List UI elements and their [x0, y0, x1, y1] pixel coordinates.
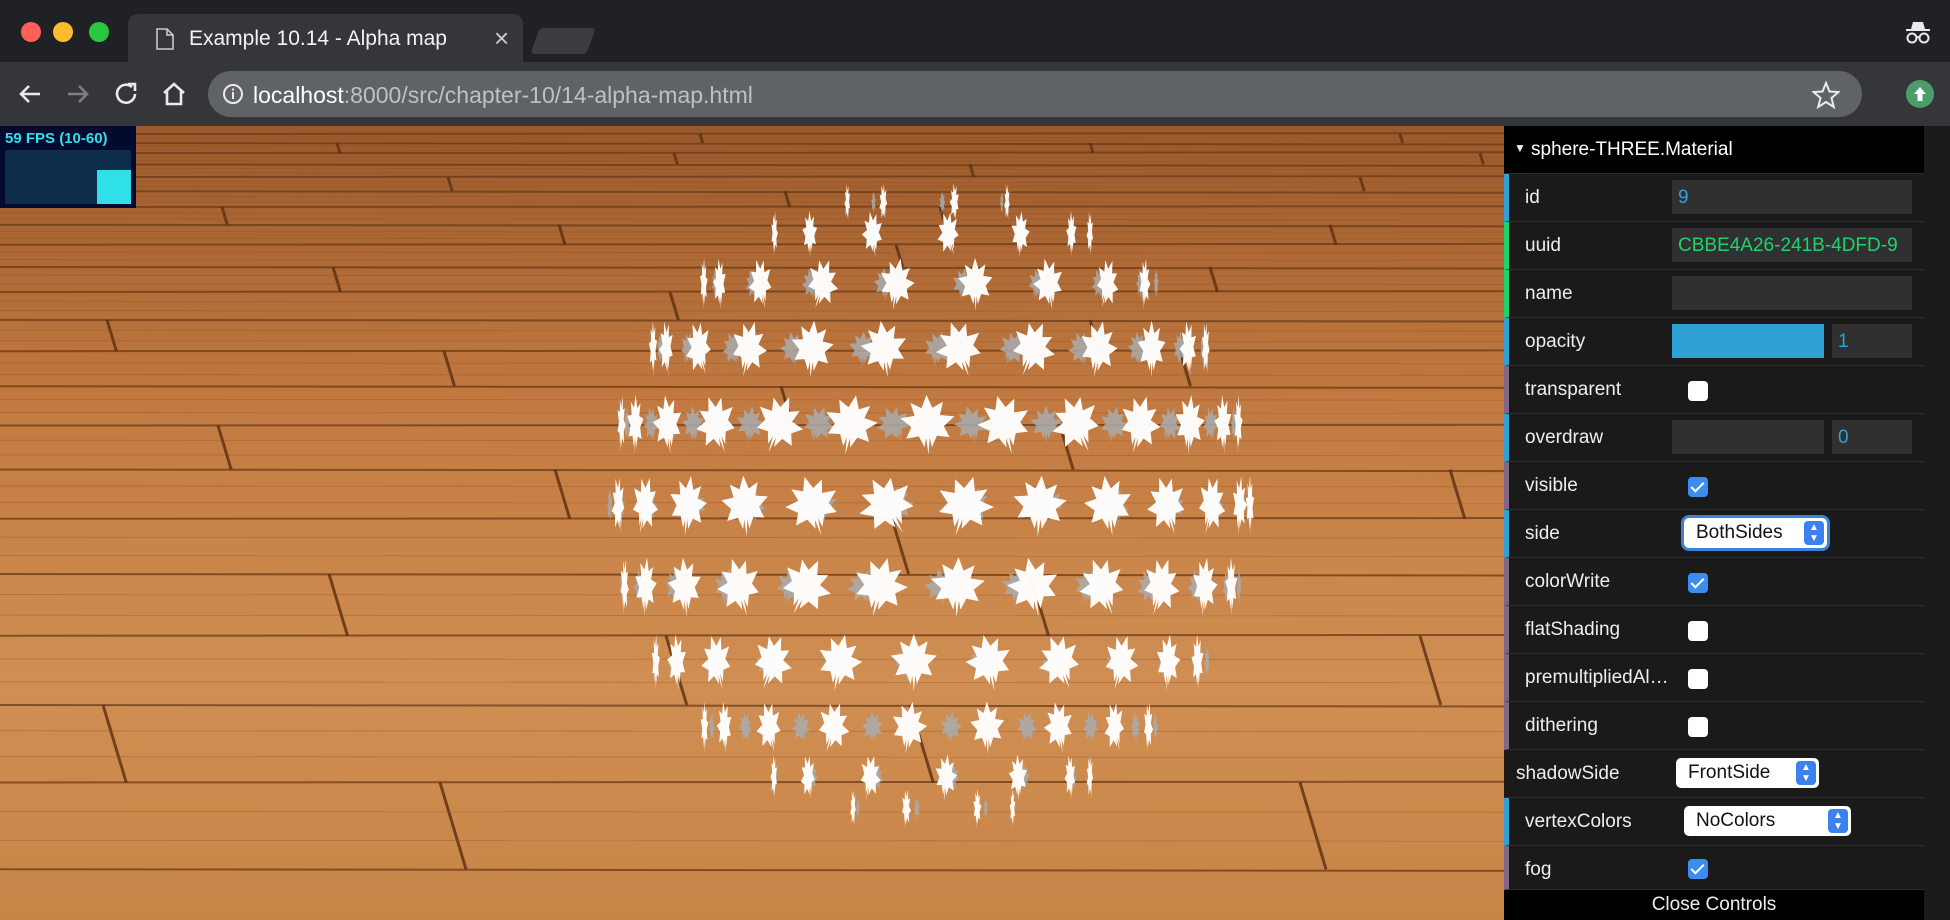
control-overdraw: overdraw 0 — [1504, 414, 1924, 462]
opacity-input[interactable]: 1 — [1832, 324, 1912, 358]
reload-icon[interactable] — [110, 78, 142, 110]
control-label: id — [1525, 187, 1540, 208]
info-icon[interactable] — [222, 83, 244, 105]
shadowside-select[interactable]: FrontSide ▲ ▼ — [1676, 758, 1819, 788]
url-text[interactable]: localhost:8000/src/chapter-10/14-alpha-m… — [253, 82, 753, 109]
control-label: flatShading — [1525, 619, 1621, 640]
extension-icon[interactable] — [1906, 80, 1934, 108]
uuid-input[interactable]: CBBE4A26-241B-4DFD-9 — [1672, 228, 1912, 262]
url-host: localhost — [253, 82, 344, 108]
dat-gui-panel: ▼ sphere-THREE.Material id 9 uuid CBBE4A… — [1504, 126, 1924, 920]
browser-tab[interactable]: Example 10.14 - Alpha map × — [128, 14, 523, 64]
control-label: name — [1525, 283, 1573, 304]
close-window-button[interactable] — [21, 22, 41, 42]
control-label: premultipliedAlpha — [1525, 667, 1675, 688]
control-visible: visible — [1504, 462, 1924, 510]
control-opacity: opacity 1 — [1504, 318, 1924, 366]
control-id: id 9 — [1504, 174, 1924, 222]
opacity-slider-fill — [1672, 324, 1824, 358]
control-vertexcolors: vertexColors NoColors ▲ ▼ — [1504, 798, 1924, 846]
control-label: uuid — [1525, 235, 1561, 256]
control-side: side BothSides ▲ ▼ — [1504, 510, 1924, 558]
opacity-slider[interactable] — [1672, 324, 1824, 358]
control-premultipliedalpha: premultipliedAlpha — [1504, 654, 1924, 702]
star-icon[interactable] — [1812, 81, 1840, 109]
transparent-checkbox[interactable] — [1688, 381, 1708, 401]
fog-checkbox[interactable] — [1688, 859, 1708, 879]
folder-title-sphere-material[interactable]: ▼ sphere-THREE.Material — [1504, 126, 1924, 174]
select-value: BothSides — [1696, 522, 1783, 543]
arrow-up-icon — [1914, 87, 1926, 101]
control-label: overdraw — [1525, 427, 1604, 448]
minimize-window-button[interactable] — [53, 22, 73, 42]
colorwrite-checkbox[interactable] — [1688, 573, 1708, 593]
select-arrows-icon: ▲ ▼ — [1796, 761, 1816, 785]
maximize-window-button[interactable] — [89, 22, 109, 42]
select-arrows-icon: ▲ ▼ — [1804, 521, 1824, 545]
incognito-icon — [1906, 22, 1930, 44]
select-value: FrontSide — [1688, 762, 1771, 783]
control-dithering: dithering — [1504, 702, 1924, 750]
control-flatshading: flatShading — [1504, 606, 1924, 654]
name-input[interactable] — [1672, 276, 1912, 310]
control-colorwrite: colorWrite — [1504, 558, 1924, 606]
side-select[interactable]: BothSides ▲ ▼ — [1684, 518, 1827, 548]
control-label: colorWrite — [1525, 571, 1611, 592]
home-icon[interactable] — [158, 78, 190, 110]
back-icon[interactable] — [14, 78, 46, 110]
overdraw-slider[interactable] — [1672, 420, 1824, 454]
gui-scrollbar-track[interactable] — [1920, 126, 1950, 920]
vertexcolors-select[interactable]: NoColors ▲ ▼ — [1684, 806, 1851, 836]
overdraw-input[interactable]: 0 — [1832, 420, 1912, 454]
control-shadowside: shadowSide FrontSide ▲ ▼ — [1504, 750, 1924, 798]
control-fog: fog — [1504, 846, 1924, 890]
close-controls-button[interactable]: Close Controls — [1504, 890, 1924, 920]
control-name: name — [1504, 270, 1924, 318]
fps-label: 59 FPS (10-60) — [5, 130, 108, 147]
control-label: transparent — [1525, 379, 1622, 400]
control-label: visible — [1525, 475, 1578, 496]
select-value: NoColors — [1696, 810, 1776, 831]
new-tab-button[interactable] — [530, 28, 596, 54]
caret-down-icon: ▼ — [1514, 141, 1526, 155]
control-label: shadowSide — [1516, 763, 1620, 784]
dithering-checkbox[interactable] — [1688, 717, 1708, 737]
id-input[interactable]: 9 — [1672, 180, 1912, 214]
control-uuid: uuid CBBE4A26-241B-4DFD-9 — [1504, 222, 1924, 270]
browser-toolbar: localhost:8000/src/chapter-10/14-alpha-m… — [0, 62, 1950, 126]
select-arrows-icon: ▲ ▼ — [1828, 809, 1848, 833]
url-path: :8000/src/chapter-10/14-alpha-map.html — [343, 82, 753, 108]
premultipliedalpha-checkbox[interactable] — [1688, 669, 1708, 689]
leaf-alpha-sphere — [606, 176, 1255, 836]
control-label: dithering — [1525, 715, 1598, 736]
control-transparent: transparent — [1504, 366, 1924, 414]
control-label: side — [1525, 523, 1560, 544]
tab-close-icon[interactable]: × — [494, 24, 509, 52]
control-label: opacity — [1525, 331, 1586, 352]
fps-graph-bar — [97, 170, 131, 204]
control-label: vertexColors — [1525, 811, 1632, 832]
forward-icon[interactable] — [62, 78, 94, 110]
visible-checkbox[interactable] — [1688, 477, 1708, 497]
fps-stats-panel[interactable]: 59 FPS (10-60) — [0, 126, 136, 208]
browser-titlebar: Example 10.14 - Alpha map × — [0, 0, 1950, 64]
fps-graph — [5, 150, 131, 204]
document-icon — [156, 28, 174, 50]
control-label: fog — [1525, 859, 1552, 880]
address-bar[interactable]: localhost:8000/src/chapter-10/14-alpha-m… — [208, 71, 1862, 117]
folder-label: sphere-THREE.Material — [1531, 139, 1733, 160]
flatshading-checkbox[interactable] — [1688, 621, 1708, 641]
tab-title: Example 10.14 - Alpha map — [189, 27, 447, 50]
